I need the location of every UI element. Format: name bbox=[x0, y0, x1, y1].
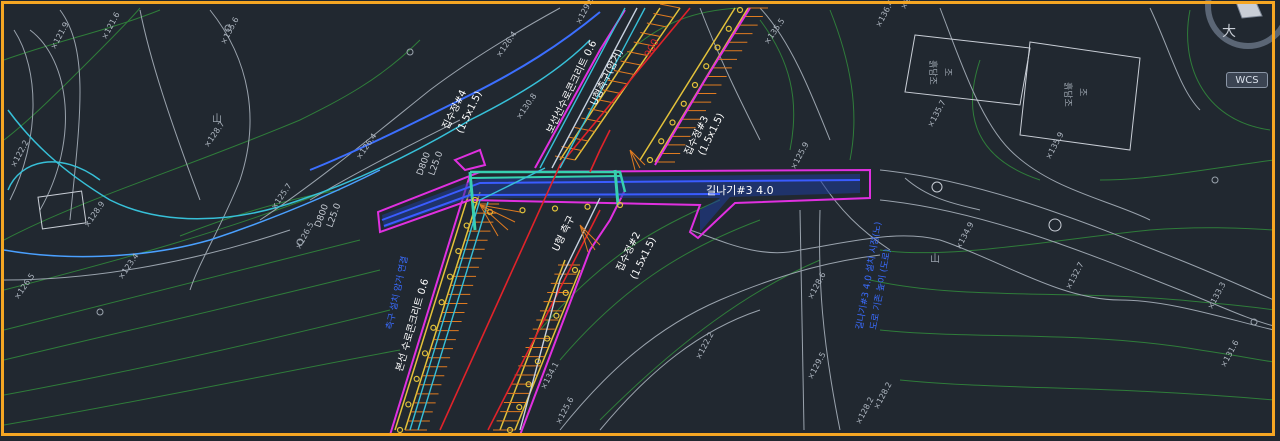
svg-text:×125.9: ×125.9 bbox=[789, 141, 811, 171]
svg-text:山: 山 bbox=[930, 253, 940, 265]
drawing-canvas[interactable]: ×121.9 ×121.6 ×135.6 ×126.4 ×128.7 ×128.… bbox=[0, 0, 1280, 441]
svg-text:×134.9: ×134.9 bbox=[954, 221, 976, 251]
svg-text:×135.9: ×135.9 bbox=[1044, 131, 1066, 161]
svg-text:×125.6: ×125.6 bbox=[554, 396, 576, 426]
svg-text:×128.2: ×128.2 bbox=[854, 396, 876, 426]
svg-text:×128.6: ×128.6 bbox=[806, 271, 828, 301]
bridge-label: 길나기#3 4.0 bbox=[706, 184, 774, 197]
cad-drawing[interactable]: ×121.9 ×121.6 ×135.6 ×126.4 ×128.7 ×128.… bbox=[0, 0, 1280, 441]
svg-text:×129.5: ×129.5 bbox=[806, 351, 828, 381]
wcs-button[interactable]: WCS bbox=[1226, 72, 1268, 88]
svg-text:×128.9: ×128.9 bbox=[82, 200, 106, 229]
svg-text:흙담조: 흙담조 bbox=[927, 60, 939, 85]
svg-text:×136.4: ×136.4 bbox=[874, 0, 896, 29]
svg-text:山: 山 bbox=[212, 113, 222, 125]
svg-text:×133.4: ×133.4 bbox=[899, 0, 921, 11]
viewcube-widget[interactable]: 大 bbox=[1196, 0, 1280, 54]
svg-text:×132.7: ×132.7 bbox=[1064, 261, 1086, 291]
svg-text:U형 측구: U형 측구 bbox=[550, 214, 577, 254]
svg-text:×130.8: ×130.8 bbox=[514, 92, 538, 121]
structure-box bbox=[37, 190, 87, 230]
svg-text:조: 조 bbox=[942, 68, 952, 76]
red-annotations: 900 bbox=[643, 37, 662, 59]
svg-text:×135.7: ×135.7 bbox=[926, 99, 948, 129]
viewcube-face[interactable] bbox=[1235, 1, 1263, 19]
viewcube-compass-label: 大 bbox=[1222, 24, 1236, 40]
svg-text:×126.5: ×126.5 bbox=[294, 221, 316, 251]
svg-text:×133.3: ×133.3 bbox=[1206, 281, 1228, 311]
svg-text:×122.2: ×122.2 bbox=[694, 331, 716, 361]
svg-text:×121.6: ×121.6 bbox=[100, 11, 122, 41]
svg-text:U형측구(암거): U형측구(암거) bbox=[588, 47, 626, 107]
svg-text:900: 900 bbox=[643, 37, 662, 59]
svg-text:×121.9: ×121.9 bbox=[49, 21, 71, 51]
map-markers bbox=[96, 24, 1258, 326]
svg-text:보선선수로콘크리트 0.6: 보선선수로콘크리트 0.6 bbox=[544, 38, 599, 135]
svg-text:흙담조: 흙담조 bbox=[1062, 82, 1074, 107]
svg-text:측구 설치 암거 연결: 측구 설치 암거 연결 bbox=[383, 255, 410, 331]
svg-text:조: 조 bbox=[1077, 88, 1087, 96]
svg-text:×128.2: ×128.2 bbox=[872, 381, 894, 411]
svg-text:×126.4: ×126.4 bbox=[354, 132, 378, 161]
svg-text:×129.8: ×129.8 bbox=[574, 0, 596, 26]
